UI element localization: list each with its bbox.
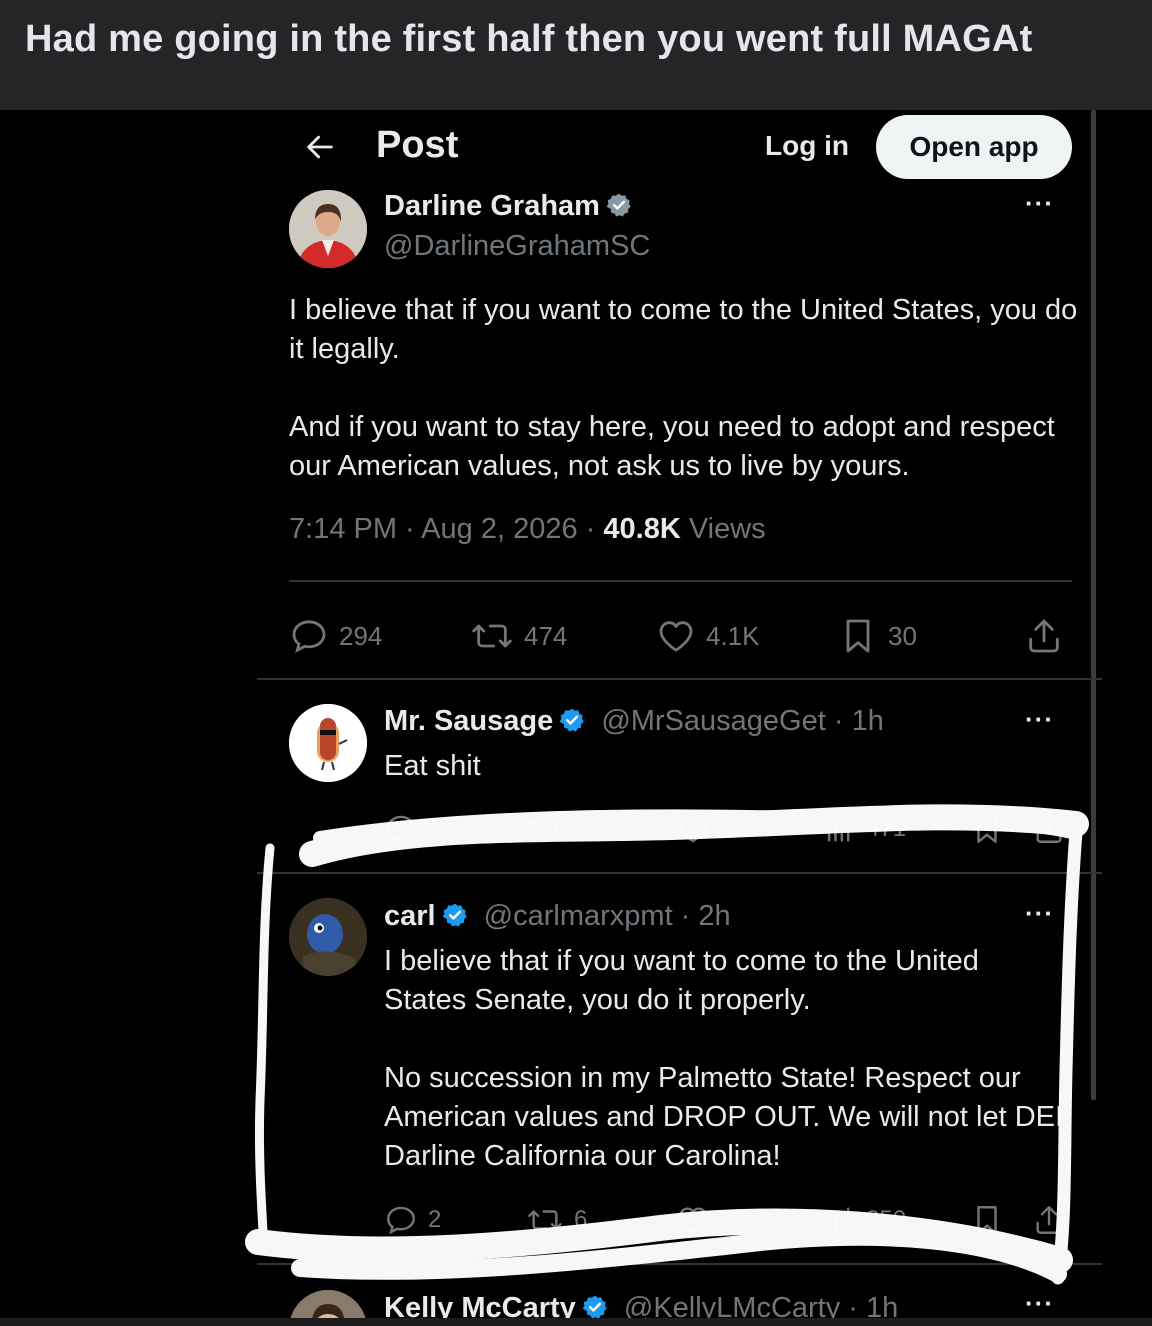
reply-paragraph: I believe that if you want to come to th… — [384, 945, 979, 1016]
reply-header: Mr. Sausage @MrSausageGet · 1h — [384, 705, 884, 738]
repost-icon — [472, 624, 512, 648]
reply-author-name[interactable]: Mr. Sausage — [384, 705, 553, 737]
views-button[interactable]: 471 — [822, 812, 906, 846]
divider — [257, 1263, 1102, 1265]
views-label: Views — [688, 513, 766, 545]
reply-button[interactable]: 2 — [384, 1203, 441, 1237]
author-name-row: Darline Graham — [384, 190, 632, 223]
reply-text: I believe that if you want to come to th… — [384, 942, 1064, 1176]
post-paragraph: I believe that if you want to come to th… — [289, 294, 1078, 365]
scrollbar[interactable] — [1091, 110, 1096, 1100]
reply-icon — [387, 1206, 415, 1235]
like-button[interactable]: 4.1K — [656, 616, 760, 656]
reply-count: 294 — [339, 620, 383, 651]
reply-handle[interactable]: @carlmarxpmt — [484, 900, 673, 932]
repost-button[interactable]: 474 — [470, 616, 567, 656]
bookmark-button[interactable] — [970, 812, 1014, 846]
repost-count: 6 — [574, 1206, 588, 1233]
reply-avatar[interactable] — [289, 704, 367, 782]
like-button[interactable]: 32 — [676, 1203, 747, 1237]
post-date[interactable]: Aug 2, 2026 — [421, 513, 577, 545]
divider — [257, 872, 1102, 874]
bookmark-count: 30 — [888, 620, 917, 651]
share-icon — [1036, 815, 1062, 843]
reply-author-name[interactable]: carl — [384, 900, 436, 932]
page-title: Post — [376, 124, 459, 166]
separator-dot: · — [672, 900, 699, 932]
heart-icon — [679, 1207, 707, 1234]
post-paragraph: And if you want to stay here, you need t… — [289, 411, 1055, 482]
reply-paragraph: No succession in my Palmetto State! Resp… — [384, 1062, 1064, 1172]
author-name[interactable]: Darline Graham — [384, 190, 600, 222]
share-button[interactable] — [1024, 616, 1074, 656]
reply-button[interactable]: 294 — [289, 616, 382, 656]
reply-icon — [292, 620, 326, 653]
like-button[interactable]: 65 — [676, 812, 747, 846]
screenshot: Post Log in Open app Darline Graham @Dar… — [0, 110, 1152, 1326]
heart-icon — [679, 816, 707, 843]
views-count: 40.8K — [603, 513, 681, 545]
repost-button[interactable]: 6 — [526, 1203, 587, 1237]
author-avatar[interactable] — [289, 190, 367, 268]
repost-icon — [528, 1210, 562, 1230]
post-meta: 7:14 PM · Aug 2, 2026 · 40.8K Views — [289, 513, 766, 545]
verified-badge-icon — [606, 193, 631, 217]
verified-badge-icon — [442, 903, 467, 927]
caption-bar: Had me going in the first half then you … — [0, 0, 1152, 110]
back-arrow-icon[interactable] — [303, 130, 337, 164]
views-count: 471 — [866, 815, 907, 842]
reply-button[interactable]: 2 — [384, 812, 441, 846]
heart-icon — [659, 621, 693, 652]
bookmark-icon — [977, 1206, 997, 1234]
bookmark-button[interactable]: 30 — [838, 616, 917, 656]
reply-paragraph: Eat shit — [384, 750, 481, 782]
reply-age[interactable]: 2h — [698, 900, 730, 932]
reply-handle[interactable]: @MrSausageGet — [601, 705, 825, 737]
caption-text: Had me going in the first half then you … — [25, 18, 1033, 60]
bookmark-icon — [977, 815, 997, 843]
repost-icon — [528, 819, 562, 839]
bookmark-button[interactable] — [970, 1203, 1014, 1237]
divider — [257, 678, 1102, 680]
more-options-icon[interactable]: ··· — [1025, 704, 1054, 735]
reply-icon — [387, 815, 415, 844]
views-count: 850 — [866, 1206, 907, 1233]
reply-avatar[interactable] — [289, 898, 367, 976]
share-icon — [1036, 1206, 1062, 1234]
like-count: 4.1K — [706, 620, 760, 651]
author-handle[interactable]: @DarlineGrahamSC — [384, 230, 650, 263]
views-button[interactable]: 850 — [822, 1203, 906, 1237]
more-options-icon[interactable]: ··· — [1025, 188, 1054, 219]
verified-badge-icon — [559, 708, 584, 732]
open-app-button[interactable]: Open app — [876, 115, 1072, 179]
share-button[interactable] — [1032, 812, 1076, 846]
share-button[interactable] — [1032, 1203, 1076, 1237]
views-chart-icon — [827, 1207, 850, 1233]
more-options-icon[interactable]: ··· — [1025, 1288, 1054, 1319]
verified-badge-icon — [582, 1295, 607, 1319]
reply-header: carl @carlmarxpmt · 2h — [384, 900, 731, 933]
reply-age[interactable]: 1h — [852, 705, 884, 737]
bookmark-icon — [846, 619, 870, 653]
post-text: I believe that if you want to come to th… — [289, 291, 1079, 486]
share-icon — [1029, 619, 1059, 653]
reply-text: Eat shit — [384, 747, 1064, 786]
like-count: 65 — [720, 815, 747, 842]
bottom-edge — [0, 1318, 1152, 1326]
like-count: 32 — [720, 1206, 747, 1233]
separator-dot: · — [825, 705, 852, 737]
reply-count: 2 — [428, 1206, 442, 1233]
post-time[interactable]: 7:14 PM — [289, 513, 397, 545]
reply-count: 2 — [428, 815, 442, 842]
login-link[interactable]: Log in — [765, 130, 849, 162]
repost-button[interactable]: 1 — [526, 812, 587, 846]
views-chart-icon — [827, 816, 850, 842]
more-options-icon[interactable]: ··· — [1025, 898, 1054, 929]
repost-count: 474 — [524, 620, 568, 651]
divider — [289, 580, 1072, 582]
repost-count: 1 — [574, 815, 588, 842]
